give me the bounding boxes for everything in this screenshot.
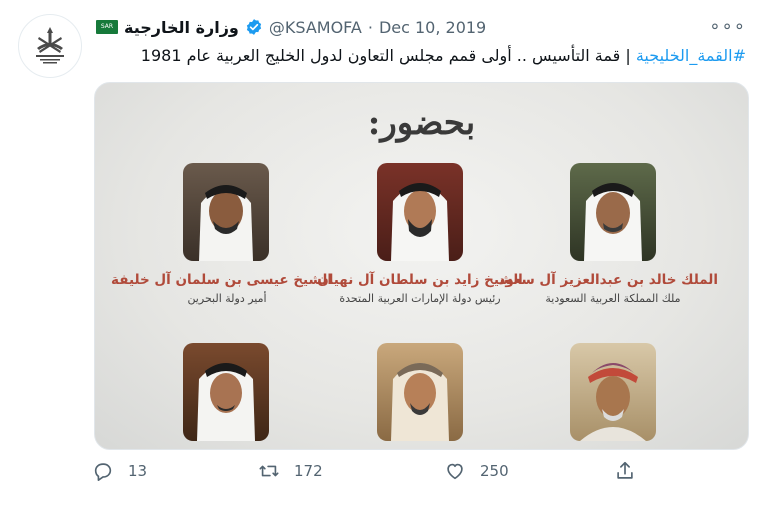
like-icon bbox=[447, 463, 463, 480]
person-name: الشيخ عيسى بن سلمان آل خليفة bbox=[111, 272, 332, 288]
account-handle[interactable]: @KSAMOFA bbox=[269, 18, 362, 37]
portrait-khalid-bin-abdulaziz bbox=[570, 163, 656, 261]
portrait-isa-bin-salman bbox=[183, 163, 269, 261]
retweet-button[interactable]: 172 bbox=[258, 460, 323, 482]
share-icon bbox=[617, 461, 633, 479]
saudi-flag-icon: SAR bbox=[96, 20, 118, 34]
tweet-text: #القمة_الخليجية | قمة التأسيس .. أولى قم… bbox=[96, 44, 746, 68]
portrait-zayed-bin-sultan bbox=[377, 163, 463, 261]
reply-button[interactable]: 13 bbox=[92, 460, 147, 482]
person-name: الملك خالد بن عبدالعزيز آل سعود bbox=[498, 272, 718, 288]
tweet-actions: 13 172 250 bbox=[92, 460, 652, 490]
retweet-icon bbox=[259, 465, 279, 477]
portrait-qatar-emir bbox=[377, 343, 463, 441]
portrait-oman-sultan bbox=[570, 343, 656, 441]
more-options-icon[interactable]: ∘∘∘ bbox=[709, 16, 746, 37]
person-title: رئيس دولة الإمارات العربية المتحدة bbox=[339, 292, 501, 305]
person-title: أمير دولة البحرين bbox=[187, 292, 267, 305]
person-title: ملك المملكة العربية السعودية bbox=[545, 292, 681, 305]
hashtag-link[interactable]: #القمة_الخليجية bbox=[636, 46, 746, 65]
like-button[interactable]: 250 bbox=[444, 460, 509, 482]
reply-icon bbox=[94, 463, 112, 481]
ministry-emblem-logo bbox=[36, 27, 64, 64]
tweet-header: SAR وزارة الخارجية @KSAMOFA · Dec 10, 20… bbox=[96, 14, 486, 40]
retweet-count: 172 bbox=[294, 462, 323, 480]
portrait-kuwait-emir bbox=[183, 343, 269, 441]
media-heading: بحضور: bbox=[367, 103, 476, 143]
avatar[interactable] bbox=[18, 14, 82, 78]
share-button[interactable] bbox=[614, 460, 636, 482]
separator-dot: · bbox=[367, 17, 373, 37]
person-name: الشيخ زايد بن سلطان آل نهيان bbox=[317, 272, 523, 288]
verified-badge-icon bbox=[246, 19, 261, 35]
tweet-date[interactable]: Dec 10, 2019 bbox=[379, 18, 486, 37]
like-count: 250 bbox=[480, 462, 509, 480]
account-name[interactable]: وزارة الخارجية bbox=[124, 18, 239, 37]
tweet-body: | قمة التأسيس .. أولى قمم مجلس التعاون ل… bbox=[140, 46, 636, 65]
tweet-media-image[interactable]: بحضور: الشيخ عيسى بن سلمان آل خليفة أمير… bbox=[94, 82, 749, 450]
reply-count: 13 bbox=[128, 462, 148, 480]
